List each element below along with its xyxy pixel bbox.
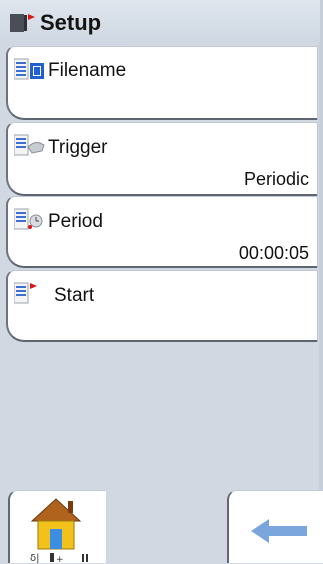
back-button[interactable] bbox=[227, 490, 323, 563]
start-flag-icon bbox=[14, 282, 37, 304]
title-bar: Setup bbox=[0, 0, 320, 42]
page-title: Setup bbox=[40, 10, 102, 35]
filename-label: Filename bbox=[48, 60, 127, 81]
filename-button[interactable]: Filename bbox=[6, 46, 318, 120]
start-label: Start bbox=[54, 285, 95, 306]
period-button[interactable]: Period 00:00:05 bbox=[6, 196, 318, 268]
home-icon: ẟ| + bbox=[30, 498, 88, 564]
trigger-hand-icon bbox=[14, 134, 45, 156]
home-button[interactable]: ẟ| + bbox=[8, 490, 106, 564]
filename-document-icon bbox=[14, 58, 44, 80]
period-clock-icon bbox=[14, 208, 43, 230]
trigger-button[interactable]: Trigger Periodic bbox=[6, 122, 318, 196]
trigger-label: Trigger bbox=[48, 137, 108, 158]
trigger-value: Periodic bbox=[243, 169, 309, 189]
period-value: 00:00:05 bbox=[238, 243, 309, 263]
scroll-edge bbox=[319, 0, 323, 563]
back-arrow-icon bbox=[251, 519, 307, 543]
setup-flag-icon bbox=[10, 14, 35, 32]
period-label: Period bbox=[48, 211, 103, 232]
svg-text:ẟ|: ẟ| bbox=[30, 553, 40, 564]
start-button[interactable]: Start bbox=[6, 270, 318, 342]
